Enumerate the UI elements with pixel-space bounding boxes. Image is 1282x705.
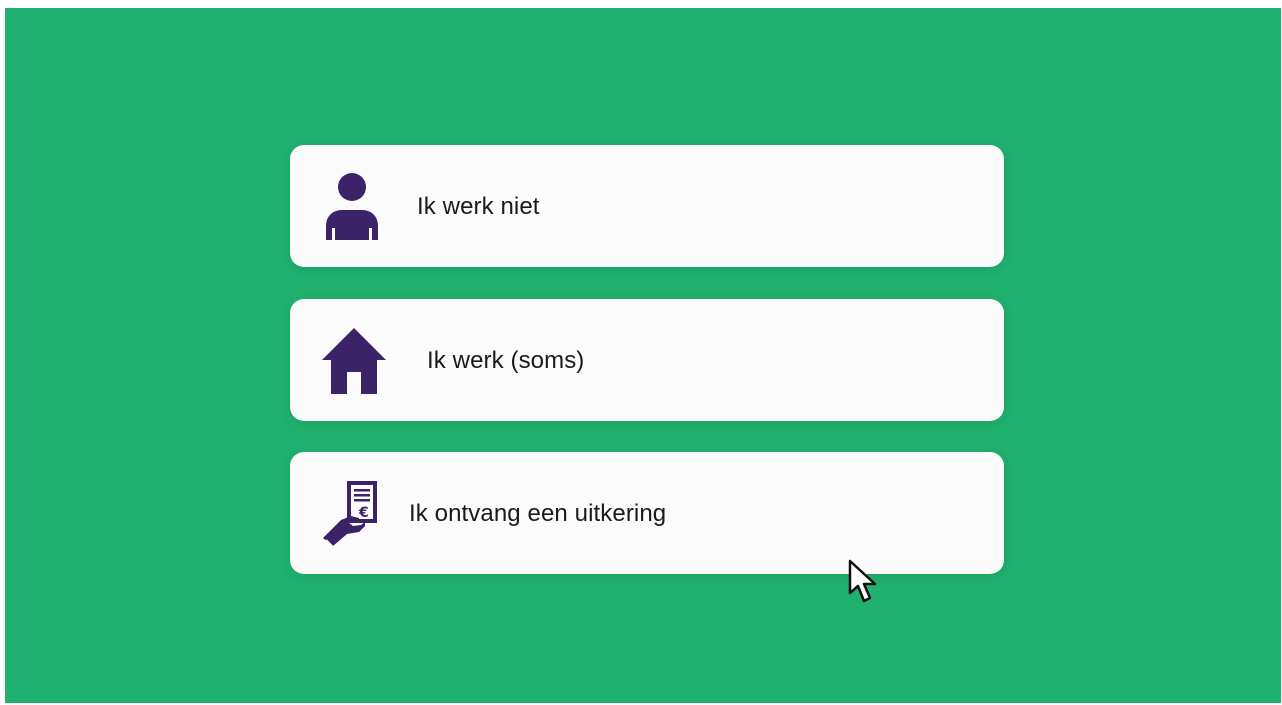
person-icon <box>326 173 378 240</box>
option-ik-werk-niet[interactable]: Ik werk niet <box>290 145 1004 267</box>
benefit-document-icon: € <box>323 481 377 547</box>
house-icon <box>322 328 386 394</box>
option-label: Ik werk (soms) <box>427 347 585 374</box>
svg-text:€: € <box>358 505 369 521</box>
mouse-pointer-icon <box>848 559 877 603</box>
option-label: Ik ontvang een uitkering <box>409 500 667 527</box>
option-ik-ontvang-een-uitkering[interactable]: € Ik ontvang een uitkering <box>290 452 1004 574</box>
option-ik-werk-soms[interactable]: Ik werk (soms) <box>290 299 1004 421</box>
option-label: Ik werk niet <box>417 193 540 220</box>
green-background: Ik werk niet Ik werk (soms) € Ik ontvang… <box>5 8 1281 703</box>
